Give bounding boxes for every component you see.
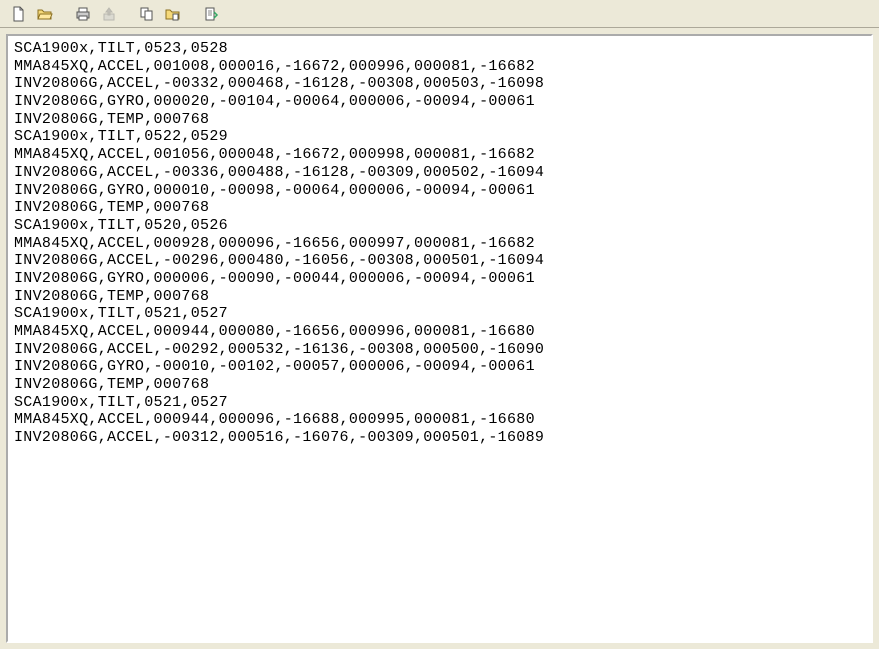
paste-folder-button[interactable] <box>162 3 184 25</box>
print-icon <box>75 6 91 22</box>
toolbar <box>0 0 879 28</box>
properties-icon <box>203 6 219 22</box>
new-file-icon <box>11 6 27 22</box>
open-folder-button[interactable] <box>34 3 56 25</box>
upload-icon <box>101 6 117 22</box>
properties-button[interactable] <box>200 3 222 25</box>
terminal-output: SCA1900x,TILT,0523,0528 MMA845XQ,ACCEL,0… <box>8 36 871 451</box>
paste-folder-icon <box>165 6 181 22</box>
output-frame: SCA1900x,TILT,0523,0528 MMA845XQ,ACCEL,0… <box>6 34 873 643</box>
copy-icon <box>139 6 155 22</box>
upload-button[interactable] <box>98 3 120 25</box>
print-button[interactable] <box>72 3 94 25</box>
new-file-button[interactable] <box>8 3 30 25</box>
copy-button[interactable] <box>136 3 158 25</box>
open-folder-icon <box>37 6 53 22</box>
